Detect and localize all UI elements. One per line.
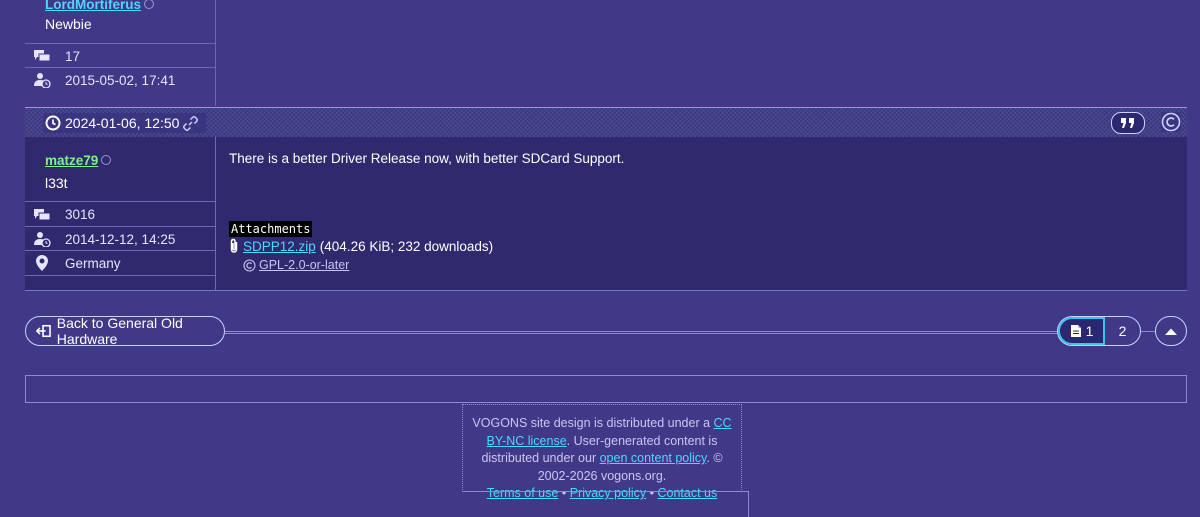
back-to-forum-button[interactable]: Back to General Old Hardware xyxy=(25,315,225,347)
posts-icon xyxy=(27,208,57,222)
post-date-text: 2024-01-06, 12:50 xyxy=(65,115,180,131)
attachment-meta: (404.26 KiB; 232 downloads) xyxy=(319,238,494,254)
offline-status-icon xyxy=(144,0,154,9)
user-rank: l33t xyxy=(45,175,68,191)
post-count-row: 3016 xyxy=(25,201,215,227)
prev-profile-column: LordMortiferus Newbie 17 2015-05-02, 17:… xyxy=(25,0,216,106)
user-clock-icon xyxy=(27,231,57,247)
footer-bar xyxy=(25,375,1187,403)
post-body: matze79 l33t 3016 2014-12-12, 14:25 Germ… xyxy=(25,137,1187,291)
exit-icon xyxy=(36,324,51,338)
post-count: 3016 xyxy=(65,207,96,222)
prev-join-date: 2015-05-02, 17:41 xyxy=(65,72,176,88)
page-2-link[interactable]: 2 xyxy=(1105,317,1140,345)
location-row: Germany xyxy=(25,250,215,276)
profile-column: matze79 l33t 3016 2014-12-12, 14:25 Germ… xyxy=(25,137,216,290)
prev-username-link[interactable]: LordMortiferus xyxy=(45,0,141,12)
prev-user-rank: Newbie xyxy=(45,16,92,32)
open-content-policy-link[interactable]: open content policy xyxy=(600,451,707,465)
license-button[interactable] xyxy=(1161,112,1181,132)
prev-post: LordMortiferus Newbie 17 2015-05-02, 17:… xyxy=(25,0,1187,106)
quote-icon xyxy=(1121,118,1134,128)
pagination: 1 2 xyxy=(1057,316,1141,346)
username-link[interactable]: matze79 xyxy=(45,153,98,168)
join-date: 2014-12-12, 14:25 xyxy=(65,231,176,247)
clock-icon xyxy=(45,115,61,131)
pager-connector xyxy=(1141,331,1155,332)
paperclip-icon xyxy=(230,238,238,253)
attachment-file-link[interactable]: SDPP12.zip xyxy=(243,239,316,254)
location-pin-icon xyxy=(27,254,57,272)
footer-notice: VOGONS site design is distributed under … xyxy=(462,404,742,500)
arrow-up-icon xyxy=(1165,328,1177,335)
permalink-icon[interactable] xyxy=(182,115,203,132)
location: Germany xyxy=(65,255,121,271)
back-button-label: Back to General Old Hardware xyxy=(56,315,183,347)
posts-icon xyxy=(27,49,57,63)
offline-status-icon xyxy=(101,155,112,165)
user-clock-icon xyxy=(27,72,57,88)
prev-post-count: 17 xyxy=(65,48,81,64)
page-current-number: 1 xyxy=(1085,323,1094,339)
join-date-row: 2014-12-12, 14:25 xyxy=(25,226,215,251)
post-header-bar: 2024-01-06, 12:50 xyxy=(25,107,1187,138)
copyright-icon xyxy=(243,258,256,272)
post-date: 2024-01-06, 12:50 xyxy=(43,113,207,133)
attachment-item: SDPP12.zip (404.26 KiB; 232 downloads) xyxy=(229,238,493,254)
post-content: There is a better Driver Release now, wi… xyxy=(229,151,625,166)
license-link[interactable]: GPL-2.0-or-later xyxy=(259,258,349,272)
footer-text-1: VOGONS site design is distributed under … xyxy=(472,416,714,430)
nav-divider-line xyxy=(225,331,1060,334)
page-current[interactable]: 1 xyxy=(1058,317,1105,345)
footer-tail-border xyxy=(462,491,749,517)
quote-button[interactable] xyxy=(1111,112,1145,134)
scroll-to-top-button[interactable] xyxy=(1155,316,1187,346)
attachment-license: GPL-2.0-or-later xyxy=(243,258,349,272)
attachments-label: Attachments xyxy=(229,221,313,237)
prev-post-count-row: 17 xyxy=(25,43,215,68)
copyright-icon xyxy=(1161,112,1181,132)
page-icon xyxy=(1070,325,1081,337)
prev-join-date-row: 2015-05-02, 17:41 xyxy=(25,67,215,92)
